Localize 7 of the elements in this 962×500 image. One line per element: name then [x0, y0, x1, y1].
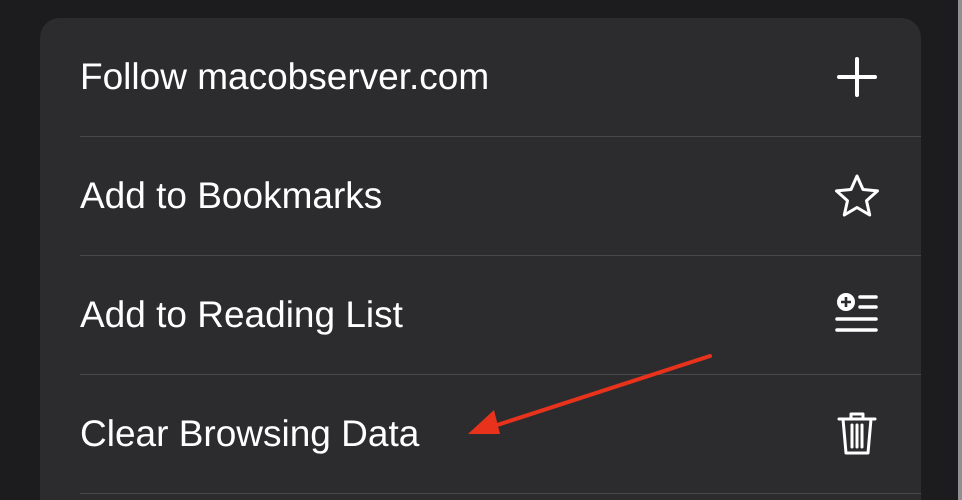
menu-item[interactable]: Add to Bookmarks: [80, 137, 921, 256]
menu-item[interactable]: Follow macobserver.com: [80, 18, 921, 137]
menu-item-label: Add to Bookmarks: [80, 175, 382, 217]
menu-item-label: Add to Reading List: [80, 294, 403, 336]
menu-item-label: Follow macobserver.com: [80, 56, 490, 98]
menu-item[interactable]: Add to Reading List: [80, 256, 921, 375]
menu-item-label: Clear Browsing Data: [80, 413, 420, 455]
